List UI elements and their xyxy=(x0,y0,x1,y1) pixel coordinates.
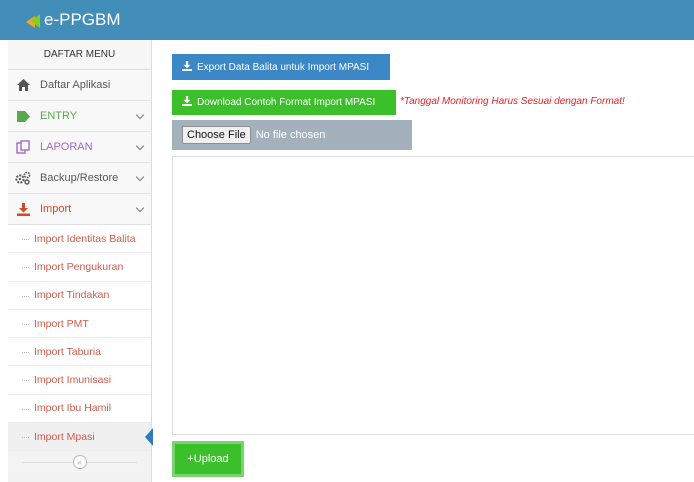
file-input[interactable]: Choose File No file chosen xyxy=(172,120,412,150)
download-format-label: Download Contoh Format Import MPASI xyxy=(197,97,376,108)
sidebar-item-label: ENTRY xyxy=(40,110,78,122)
chevron-down-icon xyxy=(135,172,145,182)
file-status-text: No file chosen xyxy=(255,129,326,141)
sidebar-item-label: Backup/Restore xyxy=(40,172,119,184)
download-format-button[interactable]: Download Contoh Format Import MPASI xyxy=(172,90,396,115)
submenu-item-import-pmt[interactable]: Import PMT xyxy=(8,309,151,339)
sidebar-item-daftar-aplikasi[interactable]: Daftar Aplikasi xyxy=(8,70,151,101)
sidebar-item-label: LAPORAN xyxy=(40,141,93,153)
submenu-item-import-tindakan[interactable]: Import Tindakan xyxy=(8,281,151,310)
format-warning-note: *Tanggal Monitoring Harus Sesuai dengan … xyxy=(400,96,625,107)
sidebar-header: DAFTAR MENU xyxy=(8,40,151,70)
content-panel xyxy=(172,156,694,435)
home-icon xyxy=(14,78,32,92)
sidebar-item-import[interactable]: Import xyxy=(8,194,151,225)
tag-icon xyxy=(14,109,32,123)
choose-file-button[interactable]: Choose File xyxy=(182,126,251,144)
download-icon xyxy=(182,96,192,109)
submenu-item-import-ibu-hamil[interactable]: Import Ibu Hamil xyxy=(8,394,151,424)
upload-button[interactable]: + Upload xyxy=(172,441,244,477)
submenu-item-import-taburia[interactable]: Import Taburia xyxy=(8,338,151,367)
double-chevron-left-icon[interactable]: « xyxy=(72,455,87,470)
download-icon xyxy=(182,60,192,74)
sidebar-collapse-row: « xyxy=(8,451,151,474)
download-icon xyxy=(14,202,32,216)
sidebar-item-label: Daftar Aplikasi xyxy=(40,79,111,91)
export-balita-label: Export Data Balita untuk Import MPASI xyxy=(197,61,370,73)
submenu-item-label: Import Mpasi xyxy=(34,430,95,443)
chevron-down-icon xyxy=(135,110,145,120)
sidebar: DAFTAR MENU Daftar Aplikasi ENTRY LAPORA… xyxy=(8,40,153,482)
logo-icon xyxy=(26,12,40,28)
chevron-down-icon xyxy=(135,141,145,151)
copy-icon xyxy=(14,140,32,154)
export-balita-button[interactable]: Export Data Balita untuk Import MPASI xyxy=(172,54,390,80)
submenu-item-import-imunisasi[interactable]: Import Imunisasi xyxy=(8,366,151,395)
active-indicator xyxy=(145,428,153,447)
sidebar-item-backup-restore[interactable]: Backup/Restore xyxy=(8,163,151,194)
brand-title[interactable]: e-PPGBM xyxy=(44,10,121,30)
chevron-down-icon xyxy=(135,203,145,213)
submenu-item-import-mpasi[interactable]: Import Mpasi xyxy=(8,423,153,452)
sidebar-item-laporan[interactable]: LAPORAN xyxy=(8,132,151,163)
top-navbar: e-PPGBM xyxy=(0,0,694,40)
sidebar-item-label: Import xyxy=(40,203,72,215)
sidebar-item-entry[interactable]: ENTRY xyxy=(8,101,151,132)
submenu-item-import-pengukuran[interactable]: Import Pengukuran xyxy=(8,253,151,282)
upload-label: Upload xyxy=(193,453,229,465)
gears-icon xyxy=(14,171,32,185)
submenu-item-import-identitas-balita[interactable]: Import Identitas Balita xyxy=(8,225,151,254)
